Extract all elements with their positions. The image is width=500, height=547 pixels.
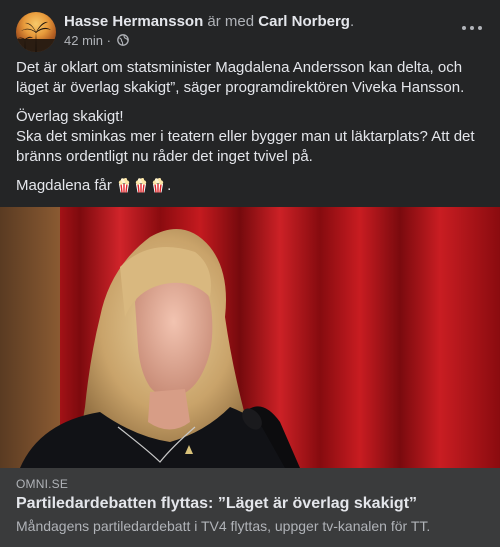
post-paragraph-3-text: Magdalena får xyxy=(16,177,112,194)
link-title[interactable]: Partiledardebatten flyttas: ”Läget är öv… xyxy=(16,494,417,514)
more-dots-icon[interactable] xyxy=(460,20,484,36)
author-name[interactable]: Hasse Hermansson xyxy=(64,13,203,30)
post-paragraph-1: Det är oklart om statsminister Magdalena… xyxy=(16,59,465,96)
tagged-name[interactable]: Carl Norberg xyxy=(258,13,350,30)
link-preview[interactable]: OMNI.SE Partiledardebatten flyttas: ”Läg… xyxy=(0,468,500,547)
meta-separator: · xyxy=(103,33,115,48)
with-text: är med xyxy=(207,13,255,30)
post-paragraph-2-line-1: Överlag skakigt! xyxy=(16,108,124,125)
popcorn-icon xyxy=(133,177,149,193)
post-body: Det är oklart om statsminister Magdalena… xyxy=(16,58,486,205)
link-description: Måndagens partiledardebatt i TV4 flyttas… xyxy=(16,518,431,534)
link-domain: OMNI.SE xyxy=(16,477,69,491)
globe-icon[interactable] xyxy=(116,34,129,46)
author-line: Hasse Hermansson är med Carl Norberg. xyxy=(64,12,354,31)
post-paragraph-3: Magdalena får . xyxy=(16,176,486,196)
popcorn-icon xyxy=(150,177,166,193)
post-time[interactable]: 42 min xyxy=(64,33,103,48)
post-meta: 42 min · xyxy=(64,33,129,49)
avatar[interactable] xyxy=(16,12,56,52)
tagged-suffix: . xyxy=(349,13,355,30)
popcorn-icon xyxy=(116,177,132,193)
link-preview-image[interactable] xyxy=(0,207,500,468)
post-paragraph-2: Överlag skakigt! Ska det sminkas mer i te… xyxy=(16,107,486,167)
post-header: Hasse Hermansson är med Carl Norberg. 42… xyxy=(16,12,484,52)
post-paragraph-2-line-2: Ska det sminkas mer i teatern eller bygg… xyxy=(16,128,475,165)
post-paragraph-3-suffix: . xyxy=(167,177,172,194)
post-card: Hasse Hermansson är med Carl Norberg. 42… xyxy=(0,0,500,547)
